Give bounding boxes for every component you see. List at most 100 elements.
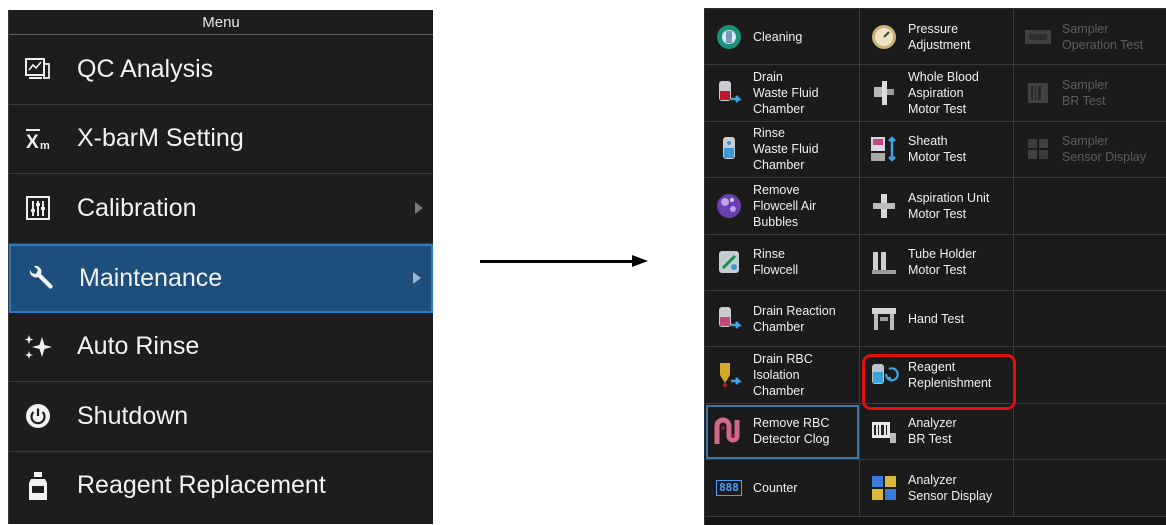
maintenance-drain-waste-fluid-chamber-button[interactable]: Drain Waste Fluid Chamber bbox=[705, 65, 860, 122]
aspiration-unit-icon bbox=[869, 191, 899, 221]
menu-item-label: X-barM Setting bbox=[77, 124, 244, 153]
menu-panel: Menu QC Analysis Xm X-barM Setting Calib… bbox=[8, 10, 433, 524]
drain-waste-icon bbox=[714, 78, 744, 108]
maintenance-sampler-br-test-button: Sampler BR Test bbox=[1014, 65, 1166, 122]
chevron-right-icon bbox=[413, 272, 421, 284]
qc-analysis-icon bbox=[23, 54, 53, 84]
maintenance-analyzer-sensor-display-button[interactable]: Analyzer Sensor Display bbox=[860, 460, 1014, 517]
menu-item-reagent-replacement[interactable]: Reagent Replacement bbox=[9, 452, 433, 521]
maintenance-grid: Cleaning Pressure Adjustment Sampler Opera… bbox=[704, 8, 1166, 525]
maintenance-item-label: Remove Flowcell Air Bubbles bbox=[753, 182, 817, 229]
hand-test-icon bbox=[869, 304, 899, 334]
maintenance-item-label: Rinse Flowcell bbox=[753, 247, 799, 278]
sheath-motor-icon bbox=[869, 134, 899, 164]
barcode-reader-icon bbox=[869, 416, 899, 446]
menu-item-calibration[interactable]: Calibration bbox=[9, 174, 433, 244]
maintenance-item-label: Analyzer Sensor Display bbox=[908, 472, 993, 503]
maintenance-item-label: Analyzer BR Test bbox=[908, 416, 957, 447]
calibration-sliders-icon bbox=[23, 193, 53, 223]
menu-item-xbarm-setting[interactable]: Xm X-barM Setting bbox=[9, 105, 433, 174]
maintenance-item-label: Tube Holder Motor Test bbox=[908, 247, 977, 278]
menu-item-label: QC Analysis bbox=[77, 54, 214, 83]
empty-cell bbox=[1014, 347, 1166, 404]
maintenance-counter-button[interactable]: 888 Counter bbox=[705, 460, 860, 517]
maintenance-drain-reaction-chamber-button[interactable]: Drain Reaction Chamber bbox=[705, 290, 860, 348]
maintenance-reagent-replenishment-button[interactable]: Reagent Replenishment bbox=[860, 347, 1014, 404]
counter-digits: 888 bbox=[716, 479, 742, 496]
maintenance-pressure-adjustment-button[interactable]: Pressure Adjustment bbox=[860, 9, 1014, 66]
power-icon bbox=[23, 401, 53, 431]
sampler-operation-icon bbox=[1023, 22, 1053, 52]
xbarm-icon: Xm bbox=[23, 124, 53, 154]
maintenance-whole-blood-aspiration-motor-test-button[interactable]: Whole Blood Aspiration Motor Test bbox=[860, 65, 1014, 122]
maintenance-item-label: Remove RBC Detector Clog bbox=[753, 416, 830, 447]
maintenance-analyzer-br-test-button[interactable]: Analyzer BR Test bbox=[860, 403, 1014, 461]
wrench-icon bbox=[25, 263, 55, 293]
empty-cell bbox=[1014, 234, 1166, 291]
maintenance-sampler-sensor-display-button: Sampler Sensor Display bbox=[1014, 121, 1166, 179]
menu-item-auto-rinse[interactable]: Auto Rinse bbox=[9, 313, 433, 382]
maintenance-item-label: Rinse Waste Fluid Chamber bbox=[753, 126, 819, 173]
drain-reaction-icon bbox=[714, 304, 744, 334]
sparkle-icon bbox=[23, 332, 53, 362]
maintenance-sampler-operation-test-button: Sampler Operation Test bbox=[1014, 9, 1166, 66]
menu-item-maintenance[interactable]: Maintenance bbox=[9, 243, 433, 313]
maintenance-item-label: Hand Test bbox=[908, 311, 965, 326]
rinse-waste-icon bbox=[714, 134, 744, 164]
svg-text:X: X bbox=[26, 132, 39, 152]
maintenance-item-label: Reagent Replenishment bbox=[908, 360, 992, 391]
menu-item-qc-analysis[interactable]: QC Analysis bbox=[9, 35, 433, 105]
maintenance-item-label: Sheath Motor Test bbox=[908, 134, 967, 165]
maintenance-item-label: Pressure Adjustment bbox=[908, 21, 971, 52]
maintenance-drain-rbc-isolation-chamber-button[interactable]: Drain RBC Isolation Chamber bbox=[705, 347, 860, 404]
maintenance-item-label: Drain RBC Isolation Chamber bbox=[753, 352, 813, 399]
maintenance-rinse-flowcell-button[interactable]: Rinse Flowcell bbox=[705, 234, 860, 291]
empty-cell bbox=[1014, 290, 1166, 348]
reagent-replenishment-icon bbox=[869, 360, 899, 390]
sensor-display-icon bbox=[869, 473, 899, 503]
reagent-bottle-icon bbox=[23, 471, 53, 501]
maintenance-sheath-motor-test-button[interactable]: Sheath Motor Test bbox=[860, 121, 1014, 179]
maintenance-item-label: Whole Blood Aspiration Motor Test bbox=[908, 70, 979, 117]
maintenance-item-label: Aspiration Unit Motor Test bbox=[908, 190, 990, 221]
menu-header: Menu bbox=[9, 10, 433, 35]
menu-item-label: Auto Rinse bbox=[77, 332, 200, 361]
cleaning-icon bbox=[714, 22, 744, 52]
menu-item-label: Shutdown bbox=[77, 401, 189, 430]
maintenance-item-label: Drain Reaction Chamber bbox=[753, 303, 836, 334]
arrow-line bbox=[480, 260, 634, 263]
pressure-gauge-icon bbox=[869, 22, 899, 52]
maintenance-tube-holder-motor-test-button[interactable]: Tube Holder Motor Test bbox=[860, 234, 1014, 291]
maintenance-item-label: Counter bbox=[753, 480, 798, 495]
sampler-br-icon bbox=[1023, 78, 1053, 108]
menu-item-label: Maintenance bbox=[79, 263, 223, 292]
maintenance-item-label: Sampler BR Test bbox=[1062, 78, 1109, 109]
empty-cell bbox=[1014, 178, 1166, 235]
maintenance-remove-flowcell-air-bubbles-button[interactable]: Remove Flowcell Air Bubbles bbox=[705, 178, 860, 235]
flowcell-bubbles-icon bbox=[714, 191, 744, 221]
maintenance-hand-test-button[interactable]: Hand Test bbox=[860, 290, 1014, 348]
rinse-flowcell-icon bbox=[714, 247, 744, 277]
svg-text:m: m bbox=[40, 140, 50, 152]
chevron-right-icon bbox=[415, 202, 423, 215]
maintenance-cleaning-button[interactable]: Cleaning bbox=[705, 9, 860, 66]
counter-icon: 888 bbox=[714, 473, 744, 503]
tube-holder-icon bbox=[869, 247, 899, 277]
maintenance-remove-rbc-detector-clog-button[interactable]: Remove RBC Detector Clog bbox=[705, 403, 860, 461]
menu-item-shutdown[interactable]: Shutdown bbox=[9, 382, 433, 452]
rbc-clog-icon bbox=[714, 416, 744, 446]
drain-rbc-icon bbox=[714, 360, 744, 390]
maintenance-item-label: Sampler Operation Test bbox=[1062, 21, 1144, 52]
empty-cell bbox=[1014, 460, 1166, 517]
aspiration-motor-icon bbox=[869, 78, 899, 108]
maintenance-aspiration-unit-motor-test-button[interactable]: Aspiration Unit Motor Test bbox=[860, 178, 1014, 235]
maintenance-item-label: Drain Waste Fluid Chamber bbox=[753, 70, 819, 117]
empty-cell bbox=[1014, 403, 1166, 461]
maintenance-item-label: Cleaning bbox=[753, 29, 803, 44]
menu-item-label: Calibration bbox=[77, 193, 197, 222]
maintenance-item-label: Sampler Sensor Display bbox=[1062, 134, 1147, 165]
maintenance-rinse-waste-fluid-chamber-button[interactable]: Rinse Waste Fluid Chamber bbox=[705, 121, 860, 179]
arrow-head-icon bbox=[632, 255, 648, 267]
sampler-sensor-icon bbox=[1023, 134, 1053, 164]
menu-item-label: Reagent Replacement bbox=[77, 471, 326, 500]
